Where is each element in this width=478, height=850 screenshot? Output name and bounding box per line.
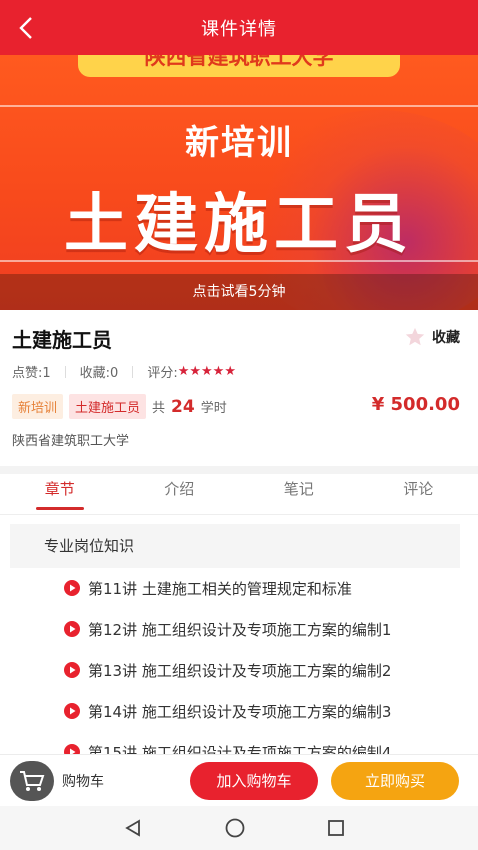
favorites-count: 收藏:0 [79,366,119,381]
divider [0,514,478,515]
play-icon [64,662,80,678]
system-nav-bar [0,806,478,850]
add-to-cart-button[interactable]: 加入购物车 [190,762,318,800]
circle-home-icon [225,818,245,838]
banner-title: 土建施工员 [64,188,414,262]
banner-subtitle: 新培训 [185,123,293,163]
star-icon [405,327,425,346]
shopping-cart-icon [20,771,45,791]
course-info: 土建施工员 收藏 点赞:1 收藏:0 评分: ★★★★★ 新培训 土建施工员 共… [0,310,478,466]
total-prefix: 共 [152,401,166,416]
lesson-title: 第13讲 施工组织设计及专项施工方案的编制2 [88,661,392,680]
rating-stars: ★★★★★ [177,364,236,379]
nav-recents-button[interactable] [321,814,351,842]
cart-label: 购物车 [62,774,104,790]
play-icon [64,621,80,637]
lesson-item[interactable]: 第12讲 施工组织设计及专项施工方案的编制1 [64,609,391,649]
lesson-item[interactable]: 第11讲 土建施工相关的管理规定和标准 [64,568,352,608]
bottom-action-bar: 购物车 加入购物车 立即购买 [0,754,478,806]
divider [64,365,66,378]
tab-notes[interactable]: 笔记 [239,474,359,514]
nav-back-button[interactable] [118,814,148,842]
school-name: 陕西省建筑职工大学 [12,434,130,449]
tab-intro[interactable]: 介绍 [120,474,240,514]
play-icon [64,580,80,596]
course-video-banner[interactable]: 陕西省建筑职工大学 新培训 土建施工员 点击试看5分钟 [0,55,478,310]
back-button[interactable] [6,8,46,48]
tag-badge: 新培训 [12,394,64,419]
tag-badge: 土建施工员 [69,394,147,419]
chapter-section-header[interactable]: 专业岗位知识 [10,524,460,568]
likes-count: 点赞:1 [12,366,51,381]
course-stats: 点赞:1 收藏:0 评分: ★★★★★ [12,362,236,381]
section-gap [0,466,478,474]
banner-divider [0,260,478,262]
course-name: 土建施工员 [12,328,112,352]
rating-label: 评分: [147,366,178,381]
lesson-item[interactable]: 第15讲 施工组织设计及专项施工方案的编制4 [64,732,391,754]
cart-icon-circle [10,761,54,801]
course-tags-row: 新培训 土建施工员 共 24 学时 [12,394,227,419]
hours-count: 24 [171,396,195,417]
banner-school-pill: 陕西省建筑职工大学 [78,55,400,77]
lesson-item[interactable]: 第14讲 施工组织设计及专项施工方案的编制3 [64,691,391,731]
lesson-title: 第14讲 施工组织设计及专项施工方案的编制3 [88,702,392,721]
play-icon [64,703,80,719]
square-recents-icon [328,820,344,836]
trial-play-button[interactable]: 点击试看5分钟 [0,274,478,310]
lesson-item[interactable]: 第13讲 施工组织设计及专项施工方案的编制2 [64,650,391,690]
cart-button[interactable]: 购物车 [10,761,104,801]
buy-now-button[interactable]: 立即购买 [331,762,459,800]
hours-unit: 学时 [200,401,227,416]
nav-home-button[interactable] [220,814,250,842]
lesson-title: 第11讲 土建施工相关的管理规定和标准 [88,579,352,598]
play-icon [64,744,80,754]
lesson-title: 第15讲 施工组织设计及专项施工方案的编制4 [88,743,392,755]
page-title: 课件详情 [201,18,277,40]
top-bar: 课件详情 [0,0,478,55]
divider [132,365,134,378]
favorite-label: 收藏 [432,330,460,346]
triangle-back-icon [125,819,140,837]
banner-divider [0,105,478,107]
chevron-left-icon [19,17,32,39]
tab-comments[interactable]: 评论 [359,474,478,514]
tab-bar: 章节 介绍 笔记 评论 [0,474,478,514]
course-price: ¥ 500.00 [371,394,460,415]
lesson-title: 第12讲 施工组织设计及专项施工方案的编制1 [88,620,392,639]
lesson-list: 第11讲 土建施工相关的管理规定和标准 第12讲 施工组织设计及专项施工方案的编… [0,568,478,754]
favorite-button[interactable]: 收藏 [404,326,460,348]
tab-chapters[interactable]: 章节 [0,474,120,514]
